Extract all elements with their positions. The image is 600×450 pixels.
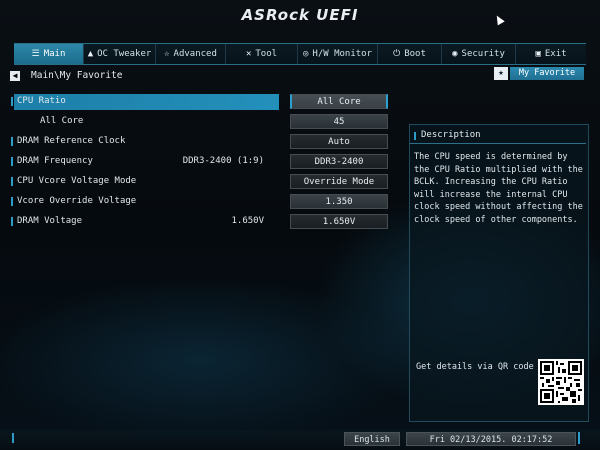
shield-icon: ◉	[452, 49, 458, 59]
setting-row-all-core[interactable]: All Core 45	[14, 114, 390, 130]
setting-label: DRAM Voltage	[17, 216, 83, 226]
setting-label: DRAM Frequency	[17, 156, 93, 166]
tab-label: OC Tweaker	[97, 49, 152, 59]
tab-security[interactable]: ◉ Security	[442, 44, 516, 64]
power-icon: ⏻	[393, 49, 401, 59]
star-icon: ☆	[164, 49, 170, 59]
language-button[interactable]: English	[344, 432, 400, 446]
main-tab-bar: ☰ Main ▲ OC Tweaker ☆ Advanced ✕ Tool ◎ …	[14, 43, 586, 65]
description-panel: Description The CPU speed is determined …	[409, 124, 589, 422]
qr-code-image	[538, 359, 584, 405]
row-marker	[11, 217, 13, 226]
asrock-uefi-logo: ASRock UEFI	[241, 6, 359, 24]
setting-row-cpu-ratio[interactable]: CPU Ratio All Core	[11, 94, 390, 110]
datetime-marker	[578, 432, 580, 444]
dram-reference-clock-value[interactable]: Auto	[290, 134, 388, 149]
dram-frequency-value[interactable]: DDR3-2400	[290, 154, 388, 169]
tab-tool[interactable]: ✕ Tool	[226, 44, 298, 64]
row-marker	[11, 197, 13, 206]
qr-code-label: Get details via QR code	[416, 362, 534, 372]
back-arrow-icon[interactable]: ◀	[10, 71, 20, 81]
row-marker	[11, 97, 13, 106]
monitor-icon: ◎	[302, 49, 309, 59]
setting-row-dram-frequency[interactable]: DRAM Frequency DDR3-2400 (1:9) DDR3-2400	[11, 154, 390, 170]
tab-exit[interactable]: ▣ Exit	[516, 44, 586, 64]
description-title: Description	[410, 127, 586, 144]
tab-label: Boot	[404, 49, 426, 59]
rocket-icon: ▲	[87, 49, 94, 59]
description-text: The CPU speed is determined by the CPU R…	[414, 152, 583, 225]
tools-icon: ✕	[245, 49, 252, 59]
setting-label: CPU Vcore Voltage Mode	[17, 176, 137, 186]
row-marker	[11, 177, 13, 186]
dram-voltage-value[interactable]: 1.650V	[290, 214, 388, 229]
exit-icon: ▣	[535, 49, 541, 59]
date-time-display: Fri 02/13/2015. 02:17:52	[406, 432, 576, 446]
list-icon: ☰	[31, 49, 40, 59]
row-marker	[11, 137, 13, 146]
setting-label: CPU Ratio	[17, 96, 66, 106]
setting-row-cpu-vcore-voltage-mode[interactable]: CPU Vcore Voltage Mode Override Mode	[11, 174, 390, 190]
tab-label: Main	[43, 49, 66, 59]
tab-advanced[interactable]: ☆ Advanced	[156, 44, 226, 64]
tab-main[interactable]: ☰ Main	[14, 44, 84, 64]
setting-label: Vcore Override Voltage	[17, 196, 137, 206]
setting-label: All Core	[40, 116, 84, 126]
setting-row-vcore-override-voltage[interactable]: Vcore Override Voltage 1.350	[11, 194, 390, 210]
setting-row-dram-voltage[interactable]: DRAM Voltage 1.650V 1.650V	[11, 214, 390, 230]
tab-oc-tweaker[interactable]: ▲ OC Tweaker	[84, 44, 156, 64]
current-dram-frequency: DDR3-2400 (1:9)	[182, 156, 264, 166]
row-marker	[11, 157, 13, 166]
cpu-vcore-voltage-mode-value[interactable]: Override Mode	[290, 174, 388, 189]
add-favorite-star-icon[interactable]: ★	[494, 67, 508, 80]
setting-label: DRAM Reference Clock	[17, 136, 126, 146]
my-favorite-button[interactable]: My Favorite	[510, 67, 584, 80]
setting-row-dram-reference-clock[interactable]: DRAM Reference Clock Auto	[11, 134, 390, 150]
cpu-ratio-value[interactable]: All Core	[290, 94, 388, 109]
tab-label: Security	[461, 49, 505, 59]
tab-boot[interactable]: ⏻ Boot	[378, 44, 442, 64]
all-core-value[interactable]: 45	[290, 114, 388, 129]
current-dram-voltage: 1.650V	[231, 216, 264, 226]
tab-label: Advanced	[173, 49, 217, 59]
tab-label: Tool	[255, 49, 278, 59]
status-marker	[12, 433, 14, 443]
vcore-override-voltage-value[interactable]: 1.350	[290, 194, 388, 209]
tab-label: Exit	[544, 49, 567, 59]
breadcrumb: Main\My Favorite	[31, 70, 123, 81]
tab-hw-monitor[interactable]: ◎ H/W Monitor	[298, 44, 378, 64]
tab-label: H/W Monitor	[312, 49, 373, 59]
